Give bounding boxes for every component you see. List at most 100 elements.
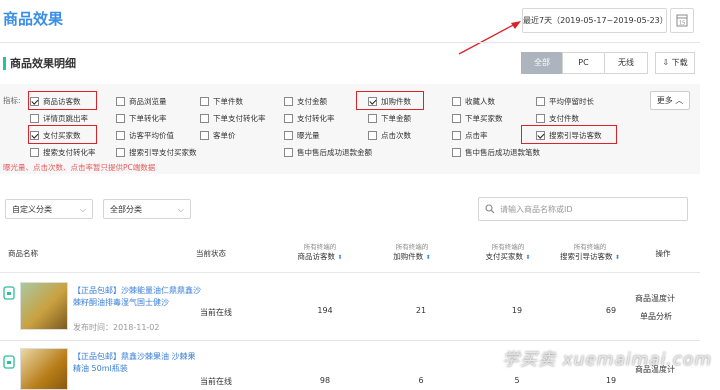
calendar-icon: 15 — [676, 14, 688, 27]
checkbox-icon[interactable] — [368, 131, 377, 140]
metric-label: 下单买家数 — [465, 114, 503, 123]
checkbox-icon[interactable] — [200, 97, 209, 106]
checkbox-icon[interactable] — [116, 131, 125, 140]
metric-checkbox[interactable]: 下单转化率 — [116, 113, 167, 124]
metric-checkbox[interactable]: 曝光量 — [284, 130, 320, 141]
filter-label: 指标: — [3, 96, 21, 105]
checkbox-icon[interactable] — [284, 97, 293, 106]
product-thumbnail[interactable] — [20, 282, 68, 330]
custom-category-select[interactable]: 自定义分类 ⌵ — [5, 199, 93, 219]
sort-icon: ⬍ — [337, 254, 343, 261]
more-button[interactable]: 更多 ︿ — [650, 91, 690, 110]
checkbox-icon[interactable] — [116, 148, 125, 157]
mobile-device-icon — [3, 286, 15, 300]
metric-checkbox[interactable]: 详情页跳出率 — [30, 113, 88, 124]
highlight-box — [28, 91, 97, 110]
product-thermometer-link[interactable]: 商品温度计 — [635, 293, 675, 304]
metric-label: 曝光量 — [297, 131, 320, 140]
metric-checkbox[interactable]: 支付转化率 — [284, 113, 335, 124]
metric-checkbox[interactable]: 支付金额 — [284, 96, 327, 107]
checkbox-icon[interactable] — [452, 114, 461, 123]
product-name-link[interactable]: 【正品包邮】沙棘能量油仁鼎鼎鑫沙棘籽酮油排毒湿气国士健沙 — [73, 285, 203, 309]
tab-all[interactable]: 全部 — [521, 52, 563, 74]
checkbox-icon[interactable] — [200, 131, 209, 140]
metric-checkbox[interactable]: 收藏人数 — [452, 96, 495, 107]
col-header-cart[interactable]: 所有终端的 加购件数 ⬍ — [372, 241, 452, 262]
metric-checkbox[interactable]: 平均停留时长 — [536, 96, 594, 107]
checkbox-icon[interactable] — [30, 148, 39, 157]
tab-pc[interactable]: PC — [562, 52, 605, 74]
checkbox-icon[interactable] — [536, 97, 545, 106]
checkbox-icon[interactable] — [284, 148, 293, 157]
metric-checkbox[interactable]: 售中售后成功退款笔数 — [452, 147, 540, 158]
highlight-box — [28, 125, 97, 144]
metric-checkbox[interactable]: 下单支付转化率 — [200, 113, 266, 124]
metric-checkbox[interactable]: 点击次数 — [368, 130, 411, 141]
col-header-buyers[interactable]: 所有终端的 支付买家数 ⬍ — [468, 241, 548, 262]
metric-label: 下单金额 — [381, 114, 411, 123]
metric-checkbox[interactable]: 下单件数 — [200, 96, 243, 107]
section-title: 商品效果明细 — [10, 57, 76, 70]
checkbox-icon[interactable] — [200, 114, 209, 123]
metric-label: 售中售后成功退款金额 — [297, 148, 372, 157]
watermark: 学买卖 xuemaimai.com — [502, 350, 712, 370]
col-header-visitors[interactable]: 所有终端的 商品访客数 ⬍ — [280, 241, 360, 262]
sort-icon: ⬍ — [425, 254, 431, 261]
highlight-box — [521, 125, 617, 144]
mobile-device-icon — [3, 355, 15, 369]
metric-label: 搜索引导支付买家数 — [129, 148, 197, 157]
metric-label: 支付金额 — [297, 97, 327, 106]
all-category-select[interactable]: 全部分类 ⌵ — [103, 199, 191, 219]
date-range-picker[interactable]: 最近7天（2019-05-17~2019-05-23） — [522, 8, 668, 33]
metric-checkbox[interactable]: 搜索支付转化率 — [30, 147, 96, 158]
metric-label: 客单价 — [213, 131, 236, 140]
metric-checkbox[interactable]: 点击率 — [452, 130, 488, 141]
checkbox-icon[interactable] — [452, 97, 461, 106]
metric-checkbox[interactable]: 访客平均价值 — [116, 130, 174, 141]
buyers-value: 5 — [514, 376, 520, 385]
checkbox-icon[interactable] — [116, 114, 125, 123]
custom-category-value: 自定义分类 — [12, 205, 52, 214]
download-button[interactable]: ⇩ 下载 — [655, 52, 695, 74]
chevron-up-icon: ︿ — [675, 96, 684, 105]
search-visitors-value: 19 — [605, 376, 617, 385]
metric-label: 点击次数 — [381, 131, 411, 140]
checkbox-icon[interactable] — [368, 114, 377, 123]
checkbox-icon[interactable] — [536, 114, 545, 123]
metric-label: 支付件数 — [549, 114, 579, 123]
checkbox-icon[interactable] — [452, 148, 461, 157]
metric-label: 点击率 — [465, 131, 488, 140]
all-category-value: 全部分类 — [110, 205, 142, 214]
checkbox-icon[interactable] — [284, 114, 293, 123]
item-analysis-link[interactable]: 单品分析 — [640, 311, 672, 322]
metric-label: 下单支付转化率 — [213, 114, 266, 123]
metric-checkbox[interactable]: 售中售后成功退款金额 — [284, 147, 372, 158]
metric-checkbox[interactable]: 下单金额 — [368, 113, 411, 124]
metric-label: 售中售后成功退款笔数 — [465, 148, 540, 157]
checkbox-icon[interactable] — [116, 97, 125, 106]
checkbox-icon[interactable] — [452, 131, 461, 140]
visitors-value: 194 — [317, 306, 333, 315]
annotation-arrow — [458, 21, 521, 55]
metric-checkbox[interactable]: 商品浏览量 — [116, 96, 167, 107]
col-header-search-visitors[interactable]: 所有终端的 搜索引导访客数 ⬍ — [550, 241, 630, 262]
download-icon: ⇩ — [662, 58, 670, 67]
product-thumbnail[interactable] — [20, 348, 68, 390]
calendar-button[interactable]: 15 — [670, 8, 694, 33]
metric-label: 访客平均价值 — [129, 131, 174, 140]
col-header-name: 商品名称 — [8, 249, 38, 258]
tab-wireless[interactable]: 无线 — [604, 52, 648, 74]
metric-checkbox[interactable]: 支付件数 — [536, 113, 579, 124]
checkbox-icon[interactable] — [284, 131, 293, 140]
metric-label: 商品浏览量 — [129, 97, 167, 106]
col-header-status: 当前状态 — [196, 249, 226, 258]
page-title: 商品效果 — [3, 10, 64, 28]
metric-checkbox[interactable]: 搜索引导支付买家数 — [116, 147, 197, 158]
metric-label: 下单件数 — [213, 97, 243, 106]
metric-checkbox[interactable]: 下单买家数 — [452, 113, 503, 124]
metric-checkbox[interactable]: 客单价 — [200, 130, 236, 141]
checkbox-icon[interactable] — [30, 114, 39, 123]
product-name-link[interactable]: 【正品包邮】鼎鑫沙棘果油 沙棘果精油 50ml瓶装 — [73, 351, 203, 375]
metric-label: 下单转化率 — [129, 114, 167, 123]
highlight-box — [356, 91, 424, 110]
